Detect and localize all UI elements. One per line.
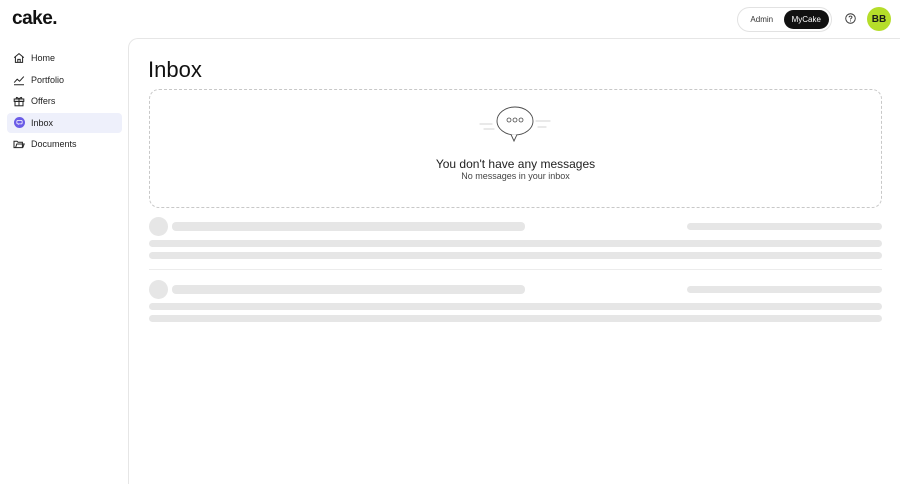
sidebar-item-portfolio[interactable]: Portfolio: [7, 70, 122, 90]
skeleton-title-line: [172, 222, 525, 231]
empty-state-subtitle: No messages in your inbox: [461, 171, 570, 181]
empty-state-panel: You don't have any messages No messages …: [149, 89, 882, 208]
sidebar-item-label: Home: [31, 53, 56, 63]
avatar[interactable]: BB: [867, 7, 891, 31]
folders-icon: [13, 138, 25, 150]
empty-state-title: You don't have any messages: [435, 157, 596, 171]
gift-icon: [13, 95, 25, 107]
page-title: Inbox: [148, 57, 202, 82]
skeleton-avatar: [149, 217, 168, 236]
cake-logo[interactable]: cake.: [12, 8, 58, 30]
sidebar-item-label: Inbox: [31, 117, 54, 128]
skeleton-meta-line: [687, 286, 882, 293]
question-circle-icon[interactable]: [845, 13, 856, 24]
sidebar-item-label: Portfolio: [31, 74, 65, 85]
skeleton-body-line: [149, 303, 882, 310]
workspace-toggle[interactable]: Admin MyCake: [737, 7, 832, 32]
sidebar-item-home[interactable]: Home: [7, 48, 122, 68]
sidebar: Home Portfolio Offers Inbox Documents: [0, 48, 128, 156]
chat-bubble-icon: [13, 117, 25, 129]
skeleton-body-line: [149, 240, 882, 247]
sidebar-item-label: Documents: [31, 139, 77, 149]
skeleton-body-line: [149, 315, 882, 322]
skeleton-avatar: [149, 280, 168, 299]
main-content: Inbox You don't have any messages No mes…: [128, 38, 900, 484]
skeleton-meta-line: [687, 223, 882, 230]
sidebar-item-documents[interactable]: Documents: [7, 134, 122, 154]
speech-bubble-icon: [479, 106, 551, 143]
chart-line-icon: [13, 74, 25, 86]
toggle-admin[interactable]: Admin: [740, 10, 784, 29]
top-bar: cake. Admin MyCake BB: [0, 0, 900, 38]
sidebar-item-offers[interactable]: Offers: [7, 91, 122, 111]
skeleton-title-line: [172, 285, 525, 294]
skeleton-divider: [149, 269, 882, 270]
sidebar-item-inbox[interactable]: Inbox: [7, 112, 122, 133]
toggle-mycake[interactable]: MyCake: [783, 10, 829, 29]
home-icon: [13, 52, 25, 64]
skeleton-body-line: [149, 252, 882, 259]
sidebar-item-label: Offers: [31, 96, 56, 106]
